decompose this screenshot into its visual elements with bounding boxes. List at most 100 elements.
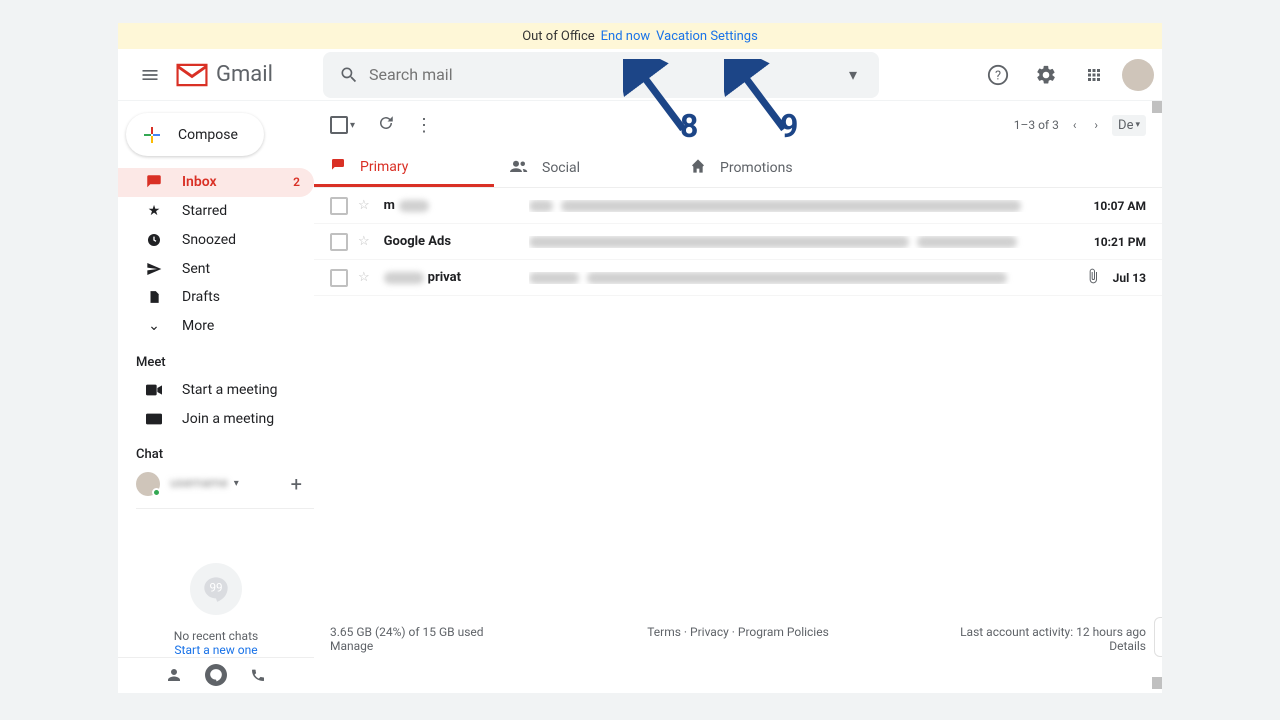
message-row[interactable]: ☆ Google Ads 10:21 PM: [314, 224, 1162, 260]
chevron-down-icon: ⌄: [144, 318, 164, 334]
out-of-office-banner: Out of Office End now Vacation Settings: [118, 23, 1162, 49]
details-link[interactable]: Details: [1109, 639, 1146, 653]
hangouts-icon: 99: [190, 563, 242, 615]
sidebar-item-sent[interactable]: Sent: [118, 254, 314, 283]
terms-link[interactable]: Terms: [647, 625, 681, 639]
new-chat-button[interactable]: +: [291, 472, 302, 496]
search-bar[interactable]: ▾: [323, 52, 879, 98]
start-new-chat-link[interactable]: Start a new one: [174, 643, 257, 657]
chat-divider: [136, 508, 314, 509]
start-meeting-label: Start a meeting: [182, 382, 277, 398]
refresh-button[interactable]: [377, 114, 395, 136]
chat-username: username: [170, 476, 228, 491]
join-meeting-label: Join a meeting: [182, 411, 274, 427]
hangouts-tab[interactable]: [205, 664, 227, 686]
select-all-checkbox[interactable]: [330, 116, 348, 134]
tab-primary[interactable]: Primary: [314, 149, 494, 187]
chat-status-caret[interactable]: ▾: [234, 478, 239, 489]
banner-end-now-link[interactable]: End now: [601, 29, 651, 44]
attachment-icon: [1085, 268, 1101, 288]
message-row[interactable]: ☆ m 10:07 AM: [314, 188, 1162, 224]
clock-icon: [144, 232, 164, 248]
inbox-label: Inbox: [182, 174, 217, 190]
policies-link[interactable]: Program Policies: [738, 625, 829, 639]
tab-primary-label: Primary: [360, 159, 408, 175]
account-avatar[interactable]: [1122, 59, 1154, 91]
document-icon: [144, 289, 164, 305]
compose-plus-icon: [140, 123, 164, 147]
sidebar-item-inbox[interactable]: Inbox 2: [118, 168, 314, 197]
footer: 3.65 GB (24%) of 15 GB used Manage Terms…: [314, 613, 1162, 693]
main-menu-button[interactable]: [126, 51, 174, 99]
star-toggle[interactable]: ☆: [358, 198, 370, 213]
search-icon[interactable]: [329, 65, 369, 85]
scroll-up-indicator: [1152, 101, 1162, 113]
banner-vacation-settings-link[interactable]: Vacation Settings: [656, 29, 758, 44]
sidebar-item-snoozed[interactable]: Snoozed: [118, 226, 314, 255]
promotions-tab-icon: [690, 158, 706, 178]
sidebar-item-starred[interactable]: ★ Starred: [118, 197, 314, 226]
primary-tab-icon: [330, 157, 346, 177]
inbox-count-badge: 2: [293, 175, 300, 189]
phone-tab[interactable]: [247, 664, 269, 686]
apps-button[interactable]: [1074, 55, 1114, 95]
message-checkbox[interactable]: [330, 197, 348, 215]
star-toggle[interactable]: ☆: [358, 270, 370, 285]
drafts-label: Drafts: [182, 289, 220, 305]
inbox-icon: [144, 173, 164, 191]
gear-icon: [1035, 64, 1057, 86]
hangouts-empty: 99 No recent chats Start a new one: [118, 563, 314, 657]
keyboard-icon: [144, 413, 164, 425]
svg-text:?: ?: [995, 68, 1001, 83]
tab-social-label: Social: [542, 160, 580, 176]
help-icon: ?: [987, 64, 1009, 86]
message-preview: [529, 272, 1085, 284]
sidebar-item-more[interactable]: ⌄ More: [118, 312, 314, 341]
activity-text: Last account activity: 12 hours ago: [874, 625, 1146, 639]
apps-grid-icon: [1085, 66, 1103, 84]
video-icon: [144, 384, 164, 396]
storage-text: 3.65 GB (24%) of 15 GB used: [330, 625, 602, 639]
settings-button[interactable]: [1026, 55, 1066, 95]
select-all-dropdown[interactable]: ▾: [350, 120, 355, 131]
message-checkbox[interactable]: [330, 233, 348, 251]
input-tools-button[interactable]: De▾: [1112, 115, 1146, 136]
presence-dot: [152, 488, 161, 497]
message-checkbox[interactable]: [330, 269, 348, 287]
compose-button[interactable]: Compose: [126, 113, 264, 156]
gmail-logo[interactable]: Gmail: [174, 62, 273, 88]
prev-page-button[interactable]: ‹: [1069, 114, 1081, 136]
message-date: 10:21 PM: [1094, 235, 1146, 249]
search-options-button[interactable]: ▾: [833, 65, 873, 84]
message-preview: [529, 200, 1094, 212]
message-sender: Google Ads: [384, 234, 529, 249]
tab-social[interactable]: Social: [494, 149, 674, 187]
chat-user-row[interactable]: username ▾ +: [118, 468, 314, 500]
category-tabs: Primary Social Promotions: [314, 149, 1162, 188]
starred-label: Starred: [182, 203, 227, 219]
next-page-button[interactable]: ›: [1090, 114, 1102, 136]
privacy-link[interactable]: Privacy: [690, 625, 729, 639]
search-input[interactable]: [369, 65, 833, 84]
contacts-tab[interactable]: [163, 664, 185, 686]
message-count: 1–3 of 3: [1014, 118, 1059, 132]
start-meeting-button[interactable]: Start a meeting: [118, 376, 314, 405]
chat-section-title: Chat: [118, 433, 314, 468]
banner-status: Out of Office: [522, 29, 594, 44]
message-sender: privat: [384, 270, 529, 285]
message-row[interactable]: ☆ privat Jul 13: [314, 260, 1162, 296]
more-actions-button[interactable]: ⋮: [415, 115, 433, 136]
main-panel: ▾ ⋮ 1–3 of 3 ‹ › De▾ Primary: [314, 101, 1162, 693]
star-toggle[interactable]: ☆: [358, 234, 370, 249]
tab-promotions-label: Promotions: [720, 160, 793, 176]
bottom-tabs: [118, 657, 314, 693]
star-icon: ★: [144, 203, 164, 219]
support-button[interactable]: ?: [978, 55, 1018, 95]
join-meeting-button[interactable]: Join a meeting: [118, 404, 314, 433]
sidebar-item-drafts[interactable]: Drafts: [118, 283, 314, 312]
manage-storage-link[interactable]: Manage: [330, 639, 373, 653]
side-panel-toggle[interactable]: ‹: [1154, 617, 1162, 657]
more-label: More: [182, 318, 214, 334]
hamburger-icon: [140, 65, 160, 85]
tab-promotions[interactable]: Promotions: [674, 149, 854, 187]
